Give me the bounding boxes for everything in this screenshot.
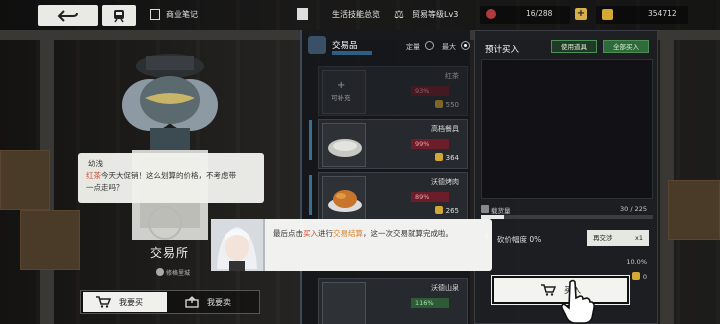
goods-item-pct: 93% [411, 86, 449, 96]
goods-item-thumb [322, 282, 366, 324]
goods-item-pct: 116% [411, 298, 449, 308]
radio-max-label: 最大 [442, 43, 456, 51]
goods-item-price: 550 [434, 100, 459, 109]
goods-bag-icon [308, 36, 326, 54]
add-cargo-button[interactable]: + [575, 8, 587, 20]
shop-emblem-icon [148, 206, 182, 240]
crate [668, 180, 720, 240]
pointing-hand-icon [560, 279, 596, 324]
coin-icon [631, 272, 640, 280]
goods-title: 交易品 [332, 41, 358, 51]
expected-list [481, 59, 653, 199]
radio-quantity[interactable] [425, 41, 434, 50]
shop-location: 修格里城 [166, 270, 191, 277]
renegotiate-button[interactable]: 再交涉 x1 [587, 230, 649, 246]
goods-item-price: 265 [434, 206, 459, 215]
tab-buy-label: 我要买 [119, 297, 143, 307]
merchant-dialog: 幼浅 红茶今天大促销！这么划算的价格，不考虑带 一点走吗？ [78, 153, 264, 203]
list-marker [309, 175, 312, 215]
tutorial-highlight-buy: 买入 [303, 229, 318, 238]
tab-buy[interactable]: 我要买 [83, 292, 167, 312]
coin-icon [434, 206, 443, 214]
back-arrow-icon [57, 9, 78, 22]
buy-all-button[interactable]: 全部买入 [603, 40, 649, 53]
goods-item-thumb [322, 176, 366, 220]
coin-icon [434, 153, 443, 161]
speaker-name: 幼浅 [88, 159, 103, 168]
crate [20, 210, 80, 270]
tutorial-text: 最后点击买入进行交易结算，这一次交易就算完成啦。 [273, 229, 453, 238]
roast-meat-icon [328, 190, 362, 212]
cart-icon [540, 284, 556, 296]
tab-sell[interactable]: 我要卖 [171, 291, 257, 313]
money-value: 354712 [648, 9, 677, 18]
pillar [660, 30, 674, 324]
location-icon [156, 268, 164, 276]
dialog-highlight: 红茶 [86, 171, 101, 180]
clipboard-icon [297, 8, 308, 20]
notebook-icon [150, 9, 160, 20]
life-skill-label[interactable]: 生活技能总览 [332, 9, 380, 20]
goods-item-name: 高档餐具 [431, 125, 459, 133]
train-button[interactable] [102, 5, 136, 26]
goods-item-name: 沃德烤肉 [431, 178, 459, 186]
notebook-label[interactable]: 商业笔记 [166, 9, 198, 20]
top-bar: 商业笔记 生活技能总览 ⚖ 贸易等级Lv3 16/288 + 354712 [0, 0, 720, 30]
goods-item[interactable]: 高档餐具 99% 364 [318, 119, 468, 169]
goods-item[interactable]: 沃德山泉 116% [318, 278, 468, 324]
cutlery-icon [328, 139, 362, 157]
back-button[interactable] [38, 5, 98, 26]
goods-panel: 交易品 定量 最大 + 可补充 红茶 93% 550 高档餐具 99% 364 [300, 30, 470, 324]
dialog-line-1: 红茶今天大促销！这么划算的价格，不考虑带 [86, 170, 236, 181]
goods-item-thumb [322, 123, 366, 167]
capacity-bar [481, 215, 653, 219]
coin-icon [602, 9, 613, 20]
crate [0, 150, 50, 210]
bargain-row: 砍价幅度 0% [497, 235, 542, 244]
trade-level-label[interactable]: 贸易等级Lv3 [412, 9, 458, 20]
renegotiate-count: x1 [635, 234, 643, 242]
total-value: 0 [631, 272, 647, 281]
goods-item-name: 红茶 [445, 72, 459, 80]
renegotiate-label: 再交涉 [593, 234, 613, 242]
replenish-plus-icon: + [337, 80, 346, 91]
capacity-value: 30 / 225 [620, 205, 647, 213]
expected-title: 预计买入 [485, 45, 520, 55]
train-icon [114, 9, 124, 22]
cargo-count: 16/288 [526, 9, 553, 18]
coin-icon [434, 100, 443, 108]
scale-icon: ⚖ [394, 8, 404, 21]
cargo-icon [486, 9, 496, 19]
dialog-text: 今天大促销！这么划算的价格，不考虑带 [101, 171, 236, 180]
goods-item-pct: 99% [411, 139, 449, 149]
list-marker [309, 120, 312, 160]
goods-item[interactable]: 沃德烤肉 89% 265 [318, 172, 468, 222]
goods-item[interactable]: + 可补充 红茶 93% 550 [318, 66, 468, 116]
dialog-line-2: 一点走吗？ [86, 183, 124, 192]
capacity-label: 载货量 [491, 207, 511, 215]
goods-item-pct: 89% [411, 192, 449, 202]
tax-value: 10.0% [626, 258, 647, 266]
goods-header: 交易品 定量 最大 [302, 30, 472, 60]
tab-sell-label: 我要卖 [207, 297, 231, 307]
cart-icon [96, 296, 111, 308]
goods-item-price: 364 [434, 153, 459, 162]
radio-quantity-label: 定量 [406, 43, 420, 51]
replenish-label: 可补充 [331, 94, 351, 102]
use-item-button[interactable]: 使用道具 [551, 40, 597, 53]
goods-title-underline [332, 51, 372, 55]
goods-item-name: 沃德山泉 [431, 284, 459, 292]
shop-name: 交易所 [150, 246, 190, 260]
tutorial-highlight-settle: 交易结算 [333, 229, 363, 238]
trade-tabs: 我要买 我要卖 [80, 290, 260, 314]
radio-max[interactable] [461, 41, 470, 50]
sell-box-icon [185, 296, 199, 308]
cargo-icon [481, 205, 489, 213]
guide-portrait [211, 219, 265, 271]
